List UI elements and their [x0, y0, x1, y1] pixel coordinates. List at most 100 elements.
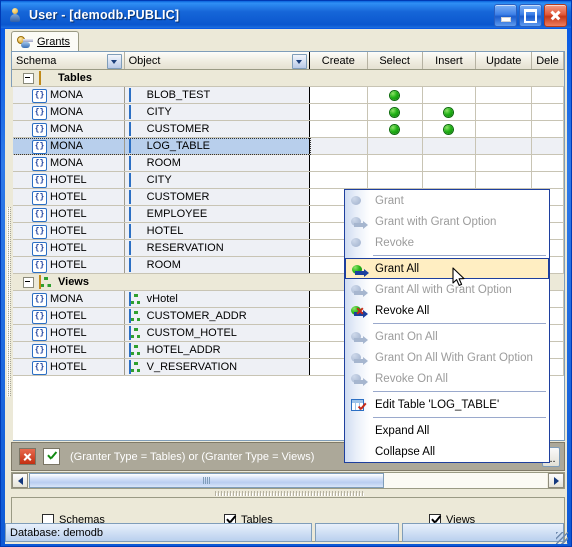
cell-object[interactable]: CUSTOMER: [124, 121, 310, 137]
cell-object[interactable]: CUSTOMER: [124, 189, 310, 205]
cell-object[interactable]: LOG_TABLE: [124, 138, 310, 154]
cell-update[interactable]: [476, 155, 533, 171]
cell-insert[interactable]: [422, 172, 477, 188]
column-header-object[interactable]: Object: [125, 52, 310, 69]
filter-apply-button[interactable]: [43, 448, 60, 465]
table-row[interactable]: {} HOTEL CITY: [12, 172, 564, 189]
scroll-left-button[interactable]: [12, 473, 28, 488]
cell-create[interactable]: [309, 87, 368, 103]
cell-create[interactable]: [309, 138, 368, 154]
cell-object[interactable]: HOTEL_ADDR: [124, 342, 310, 358]
cell-create[interactable]: [309, 104, 368, 120]
cell-schema[interactable]: {} HOTEL: [12, 342, 125, 358]
cell-select[interactable]: [367, 155, 423, 171]
table-row[interactable]: {} MONA BLOB_TEST: [12, 87, 564, 104]
cell-schema[interactable]: {} HOTEL: [12, 325, 125, 341]
group-row-tables[interactable]: Tables: [12, 70, 564, 87]
cell-schema[interactable]: {} HOTEL: [12, 240, 125, 256]
column-header-insert[interactable]: Insert: [423, 52, 477, 69]
scrollbar-track[interactable]: [384, 473, 547, 488]
cell-delete[interactable]: [532, 87, 564, 103]
cell-insert[interactable]: [422, 121, 477, 137]
cell-delete[interactable]: [532, 104, 564, 120]
cell-schema[interactable]: {} HOTEL: [12, 206, 125, 222]
minimize-button[interactable]: [494, 4, 517, 27]
cell-schema[interactable]: {} HOTEL: [12, 257, 125, 273]
cell-update[interactable]: [476, 87, 533, 103]
resize-grip-icon[interactable]: [556, 532, 568, 544]
cell-schema[interactable]: {} MONA: [12, 155, 125, 171]
cell-select[interactable]: [367, 87, 423, 103]
cell-update[interactable]: [476, 172, 533, 188]
menu-item-collapse-all[interactable]: Collapse All: [345, 441, 549, 462]
cell-object[interactable]: CITY: [124, 172, 310, 188]
cell-update[interactable]: [476, 121, 533, 137]
left-splitter[interactable]: [5, 87, 13, 457]
cell-object[interactable]: CITY: [124, 104, 310, 120]
cell-insert[interactable]: [422, 87, 477, 103]
menu-item-grant-all[interactable]: Grant All: [345, 258, 549, 279]
cell-create[interactable]: [309, 155, 368, 171]
horizontal-splitter[interactable]: [215, 490, 365, 496]
column-header-schema[interactable]: Schema: [12, 52, 125, 69]
cell-delete[interactable]: [532, 155, 564, 171]
menu-item-edit-table-log-table[interactable]: Edit Table 'LOG_TABLE': [345, 394, 549, 415]
scrollbar-thumb[interactable]: [29, 473, 384, 488]
cell-insert[interactable]: [422, 155, 477, 171]
cell-schema[interactable]: {} MONA: [12, 104, 125, 120]
cell-schema[interactable]: {} HOTEL: [12, 308, 125, 324]
horizontal-scrollbar[interactable]: [11, 472, 565, 489]
cell-create[interactable]: [309, 121, 368, 137]
menu-item-expand-all[interactable]: Expand All: [345, 420, 549, 441]
scroll-right-button[interactable]: [548, 473, 564, 488]
cell-object[interactable]: BLOB_TEST: [124, 87, 310, 103]
cell-object[interactable]: HOTEL: [124, 223, 310, 239]
column-header-update[interactable]: Update: [476, 52, 533, 69]
chevron-down-icon[interactable]: [291, 54, 307, 69]
cell-object[interactable]: V_RESERVATION: [124, 359, 310, 375]
maximize-button[interactable]: [519, 4, 542, 27]
cell-update[interactable]: [476, 138, 533, 154]
filter-clear-button[interactable]: [19, 448, 36, 465]
chevron-down-icon[interactable]: [106, 54, 122, 69]
column-header-delete[interactable]: Dele: [532, 52, 564, 69]
menu-item-revoke-all[interactable]: Revoke All: [345, 300, 549, 321]
cell-object[interactable]: EMPLOYEE: [124, 206, 310, 222]
cell-select[interactable]: [367, 172, 423, 188]
table-row[interactable]: {} MONA LOG_TABLE: [12, 138, 564, 155]
collapse-toggle-icon[interactable]: [23, 72, 34, 84]
column-header-create[interactable]: Create: [310, 52, 368, 69]
table-row[interactable]: {} MONA CUSTOMER: [12, 121, 564, 138]
cell-schema[interactable]: {} HOTEL: [12, 359, 125, 375]
context-menu[interactable]: Grant Grant with Grant Option Revoke Grant …: [344, 189, 550, 463]
cell-select[interactable]: [367, 104, 423, 120]
cell-object[interactable]: RESERVATION: [124, 240, 310, 256]
table-row[interactable]: {} MONA ROOM: [12, 155, 564, 172]
collapse-toggle-icon[interactable]: [23, 276, 34, 288]
title-bar[interactable]: User - [demodb.PUBLIC]: [1, 1, 571, 28]
cell-delete[interactable]: [532, 121, 564, 137]
cell-delete[interactable]: [532, 172, 564, 188]
cell-insert[interactable]: [422, 138, 477, 154]
cell-object[interactable]: CUSTOM_HOTEL: [124, 325, 310, 341]
cell-object[interactable]: ROOM: [124, 257, 310, 273]
cell-schema[interactable]: {} HOTEL: [12, 189, 125, 205]
cell-update[interactable]: [476, 104, 533, 120]
tab-grants[interactable]: Grants: [11, 31, 80, 51]
cell-schema[interactable]: {} HOTEL: [12, 223, 125, 239]
cell-object[interactable]: CUSTOMER_ADDR: [124, 308, 310, 324]
cell-create[interactable]: [309, 172, 368, 188]
cell-schema[interactable]: {} HOTEL: [12, 172, 125, 188]
close-button[interactable]: [544, 4, 567, 27]
cell-delete[interactable]: [532, 138, 564, 154]
column-header-select[interactable]: Select: [368, 52, 423, 69]
cell-select[interactable]: [367, 138, 423, 154]
cell-schema[interactable]: {} MONA: [12, 121, 125, 137]
cell-schema[interactable]: {} MONA: [12, 138, 125, 154]
cell-schema[interactable]: {} MONA: [12, 291, 125, 307]
cell-select[interactable]: [367, 121, 423, 137]
cell-schema[interactable]: {} MONA: [12, 87, 125, 103]
cell-insert[interactable]: [422, 104, 477, 120]
table-row[interactable]: {} MONA CITY: [12, 104, 564, 121]
cell-object[interactable]: ROOM: [124, 155, 310, 171]
